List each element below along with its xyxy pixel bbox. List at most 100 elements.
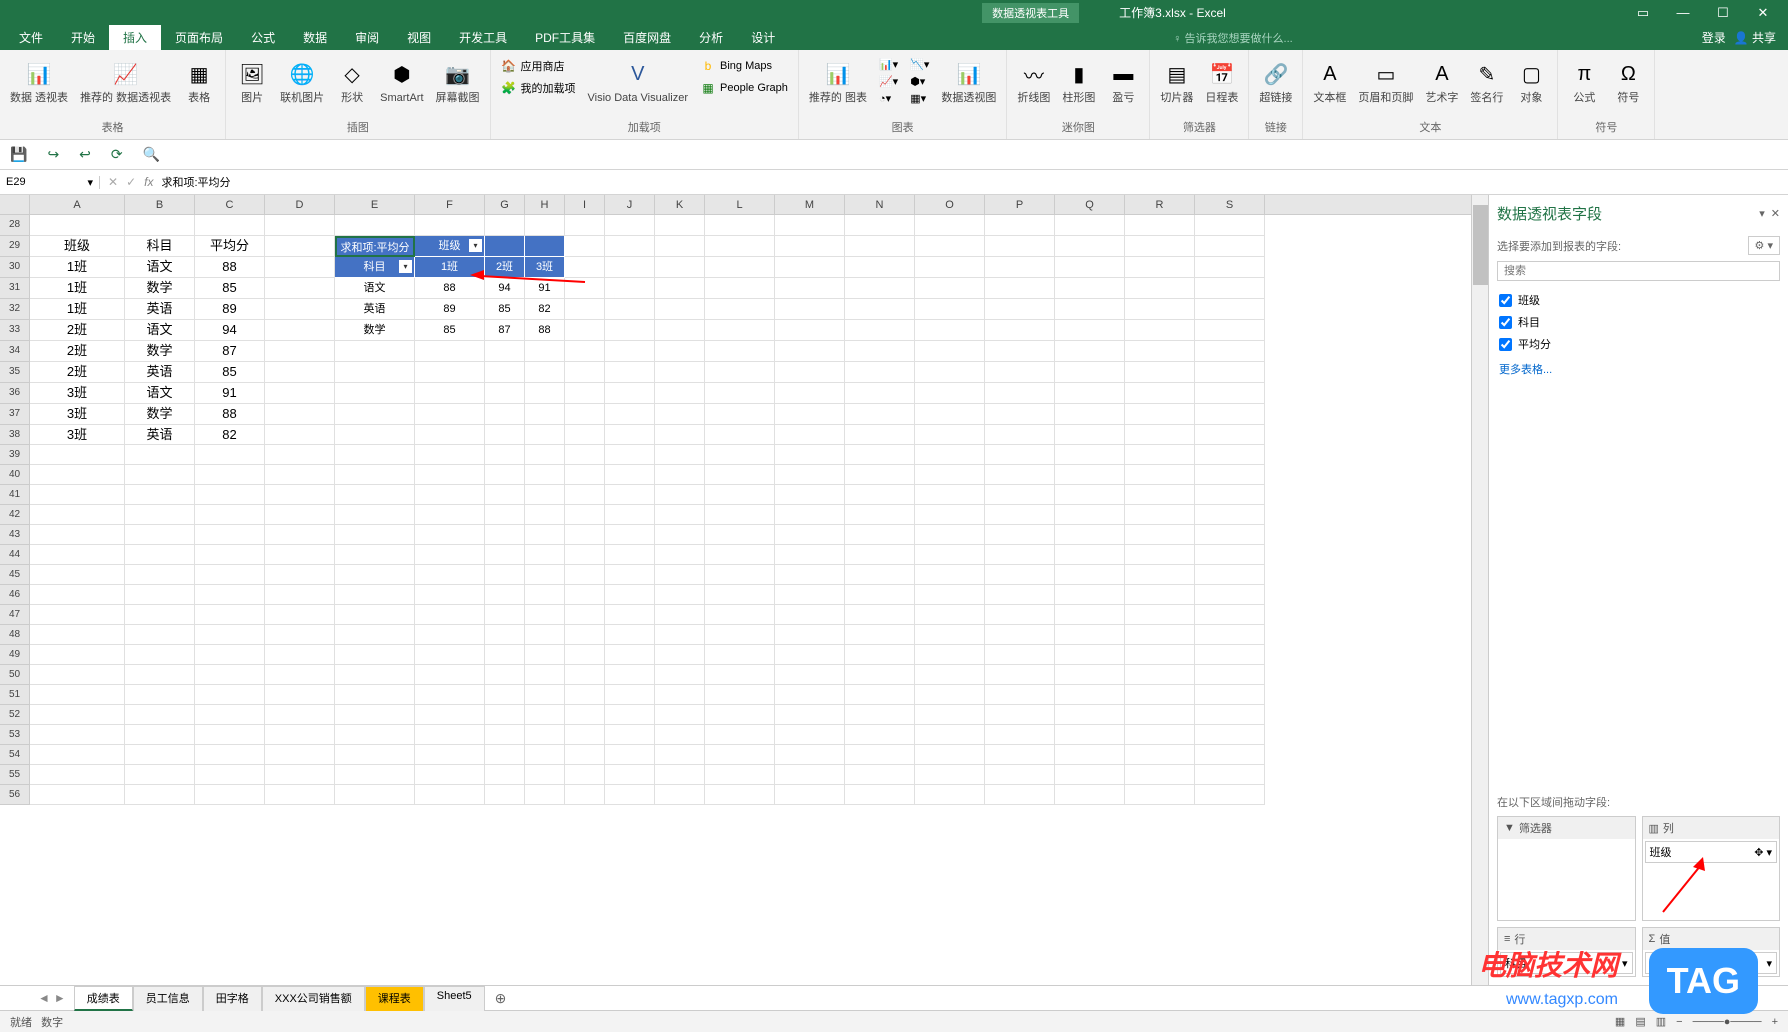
wordart-button[interactable]: A艺术字 (1421, 56, 1462, 107)
row-header[interactable]: 41 (0, 485, 30, 505)
cell[interactable] (1055, 485, 1125, 505)
cell[interactable]: 89 (415, 299, 485, 320)
cell[interactable] (335, 215, 415, 236)
cell[interactable] (415, 705, 485, 725)
cell[interactable] (1055, 685, 1125, 705)
sparkline-line-button[interactable]: 〰折线图 (1013, 56, 1054, 107)
cell[interactable] (775, 485, 845, 505)
cell[interactable] (415, 645, 485, 665)
cell[interactable] (775, 320, 845, 341)
cell[interactable] (985, 236, 1055, 257)
cell[interactable] (985, 725, 1055, 745)
cell[interactable] (335, 465, 415, 485)
cell[interactable] (1125, 785, 1195, 805)
my-addins-button[interactable]: 🧩我的加载项 (497, 78, 580, 98)
cell[interactable] (775, 278, 845, 299)
cell[interactable] (985, 383, 1055, 404)
cell[interactable] (985, 299, 1055, 320)
cell[interactable] (265, 525, 335, 545)
cell[interactable]: 科目 (125, 236, 195, 257)
cell[interactable] (1125, 585, 1195, 605)
col-header-J[interactable]: J (605, 195, 655, 214)
cell[interactable] (485, 236, 525, 257)
cell[interactable] (30, 485, 125, 505)
formula-input[interactable] (161, 176, 1780, 188)
col-header-H[interactable]: H (525, 195, 565, 214)
cell[interactable] (1125, 605, 1195, 625)
cell[interactable] (915, 625, 985, 645)
signature-button[interactable]: ✎签名行 (1466, 56, 1507, 107)
cell[interactable] (415, 625, 485, 645)
cell[interactable] (1125, 725, 1195, 745)
cell[interactable] (705, 705, 775, 725)
cell[interactable] (565, 236, 605, 257)
cell[interactable] (845, 485, 915, 505)
cell[interactable] (655, 785, 705, 805)
cell[interactable] (655, 485, 705, 505)
row-header[interactable]: 36 (0, 383, 30, 404)
table-button[interactable]: ▦表格 (179, 56, 219, 107)
cell[interactable] (415, 545, 485, 565)
cell[interactable]: 班级 (30, 236, 125, 257)
cell[interactable] (125, 465, 195, 485)
cell[interactable] (125, 645, 195, 665)
cell[interactable] (565, 278, 605, 299)
cell[interactable]: 数学 (125, 278, 195, 299)
cell[interactable] (525, 665, 565, 685)
col-header-N[interactable]: N (845, 195, 915, 214)
cell[interactable] (605, 341, 655, 362)
sheet-tab[interactable]: 员工信息 (133, 986, 203, 1011)
cell[interactable] (565, 404, 605, 425)
cell[interactable]: 3班 (30, 404, 125, 425)
textbox-button[interactable]: A文本框 (1309, 56, 1350, 107)
cell[interactable] (605, 215, 655, 236)
cell[interactable] (605, 236, 655, 257)
cell[interactable] (655, 465, 705, 485)
tab-view[interactable]: 视图 (393, 25, 445, 50)
cell[interactable] (525, 383, 565, 404)
cell[interactable] (1195, 625, 1265, 645)
cell[interactable] (30, 465, 125, 485)
close-icon[interactable]: ✕ (1748, 5, 1778, 21)
cell[interactable] (525, 745, 565, 765)
cell[interactable] (125, 685, 195, 705)
cell[interactable] (125, 665, 195, 685)
cell[interactable] (705, 565, 775, 585)
cell[interactable]: 85 (195, 278, 265, 299)
field-checkbox[interactable] (1499, 316, 1512, 329)
col-header-M[interactable]: M (775, 195, 845, 214)
cell[interactable]: 平均分 (195, 236, 265, 257)
cell[interactable] (655, 257, 705, 278)
cell[interactable]: 88 (415, 278, 485, 299)
refresh-icon[interactable]: ⟳ (111, 146, 123, 163)
redo-icon[interactable]: ↪ (47, 146, 59, 163)
cell[interactable] (1055, 236, 1125, 257)
cell[interactable] (30, 785, 125, 805)
cell[interactable] (415, 215, 485, 236)
cell[interactable] (565, 665, 605, 685)
cell[interactable] (195, 505, 265, 525)
cell[interactable] (655, 362, 705, 383)
cell[interactable] (485, 505, 525, 525)
panel-dropdown-icon[interactable]: ▾ (1759, 207, 1765, 220)
cell[interactable] (605, 705, 655, 725)
cell[interactable] (125, 625, 195, 645)
cell[interactable] (775, 705, 845, 725)
cell[interactable] (845, 278, 915, 299)
cell[interactable]: 88 (195, 404, 265, 425)
cell[interactable] (705, 236, 775, 257)
tab-pdf[interactable]: PDF工具集 (521, 25, 609, 50)
cell[interactable] (705, 278, 775, 299)
cell[interactable] (525, 545, 565, 565)
cell[interactable] (1195, 383, 1265, 404)
cell[interactable] (655, 565, 705, 585)
cell[interactable]: 91 (195, 383, 265, 404)
cell[interactable] (1195, 465, 1265, 485)
cell[interactable] (915, 565, 985, 585)
cell[interactable] (705, 485, 775, 505)
cell[interactable] (125, 785, 195, 805)
cell[interactable] (265, 445, 335, 465)
cell[interactable] (1195, 685, 1265, 705)
cell[interactable] (1125, 320, 1195, 341)
cell[interactable] (1195, 445, 1265, 465)
